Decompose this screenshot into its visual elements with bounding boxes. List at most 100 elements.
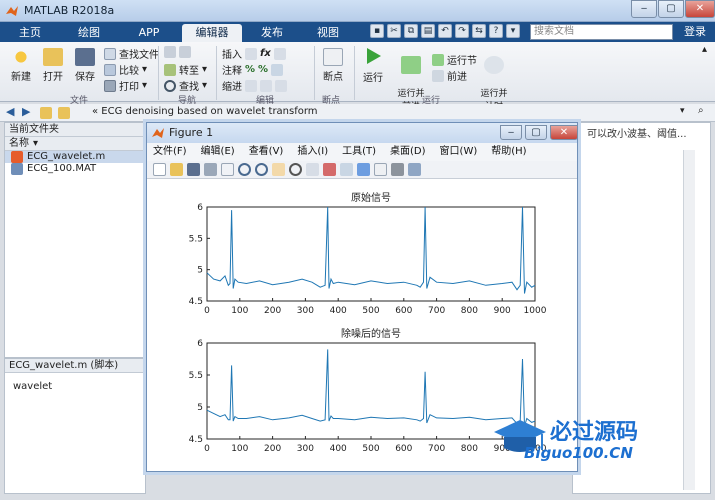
menu-file[interactable]: 文件(F) [153, 143, 187, 161]
search-input[interactable]: 搜索文档 [530, 24, 673, 40]
insert-button[interactable]: 插入 fx [222, 46, 286, 61]
print-button[interactable]: 打印 ▾ [104, 78, 147, 93]
rotate-3d-icon[interactable] [289, 163, 302, 176]
increase-indent-icon [260, 79, 272, 92]
save-label: 保存 [75, 72, 95, 83]
matlab-logo-icon [152, 128, 164, 138]
pointer-icon[interactable] [221, 163, 234, 176]
x-tick-label: 500 [362, 306, 379, 316]
x-tick-label: 300 [297, 444, 314, 454]
show-plot-tools-icon[interactable] [408, 163, 421, 176]
colorbar-icon[interactable] [357, 163, 370, 176]
redo-icon[interactable]: ↷ [455, 24, 469, 38]
close-button[interactable]: ✕ [685, 0, 715, 18]
menu-edit[interactable]: 编辑(E) [201, 143, 235, 161]
menu-window[interactable]: 窗口(W) [440, 143, 478, 161]
collapse-ribbon-icon[interactable]: ▴ [702, 44, 707, 55]
editor-scrollbar[interactable] [683, 150, 695, 490]
back-forward-buttons[interactable] [164, 46, 191, 58]
figure-menu-bar: 文件(F) 编辑(E) 查看(V) 插入(I) 工具(T) 桌面(D) 窗口(W… [147, 143, 577, 161]
breakpoints-icon [323, 48, 343, 66]
tab-editor[interactable]: 编辑器 [182, 24, 242, 42]
magnifier-icon [164, 79, 176, 92]
tab-home[interactable]: 主页 [8, 24, 52, 42]
floppy-disk-icon [75, 48, 95, 66]
file-row[interactable]: ECG_100.MAT [5, 163, 145, 175]
print-figure-icon[interactable] [204, 163, 217, 176]
undo-icon[interactable]: ↶ [438, 24, 452, 38]
dropdown-icon[interactable]: ▾ [506, 24, 520, 38]
paste-icon[interactable]: ▤ [421, 24, 435, 38]
ribbon-separator [354, 46, 355, 100]
login-button[interactable]: 登录 [678, 24, 712, 40]
file-row[interactable]: ECG_wavelet.m [5, 151, 145, 163]
nav-back-icon [164, 46, 176, 58]
zoom-in-icon[interactable] [238, 163, 251, 176]
figure-maximize-button[interactable]: ▢ [525, 125, 547, 140]
tab-view[interactable]: 视图 [304, 24, 352, 42]
run-button[interactable]: 运行 [358, 46, 388, 84]
figure-minimize-button[interactable]: ‒ [500, 125, 522, 140]
figure-close-button[interactable]: ✕ [550, 125, 578, 140]
new-button[interactable]: 新建 [6, 48, 36, 83]
y-tick-label: 6 [197, 203, 203, 213]
chevron-down-icon: ▾ [142, 64, 148, 75]
tab-apps[interactable]: APP [124, 24, 174, 42]
forward-arrow-icon[interactable]: ▶ [22, 105, 30, 118]
fx-icon[interactable]: fx [260, 48, 271, 59]
chevron-down-icon: ▾ [142, 80, 148, 91]
x-tick-label: 1000 [524, 306, 547, 316]
zoom-out-icon[interactable] [255, 163, 268, 176]
tab-plots[interactable]: 绘图 [64, 24, 114, 42]
help-icon[interactable]: ? [489, 24, 503, 38]
find-files-button[interactable]: 查找文件 [104, 46, 159, 61]
save-figure-icon[interactable] [187, 163, 200, 176]
data-cursor-icon[interactable] [306, 163, 319, 176]
menu-view[interactable]: 查看(V) [249, 143, 284, 161]
x-tick-label: 300 [297, 306, 314, 316]
back-arrow-icon[interactable]: ◀ [6, 105, 14, 118]
tab-publish[interactable]: 发布 [248, 24, 296, 42]
pan-hand-icon[interactable] [272, 163, 285, 176]
find-button[interactable]: 查找 ▾ [164, 78, 207, 93]
run-section-button[interactable]: 运行节 [432, 52, 477, 67]
name-column-header[interactable]: 名称 ▾ [5, 137, 145, 151]
save-button[interactable]: 保存 [70, 48, 100, 83]
new-figure-icon[interactable] [153, 163, 166, 176]
menu-desktop[interactable]: 桌面(D) [390, 143, 426, 161]
path-dropdown-icon[interactable]: ▾ [680, 106, 685, 116]
breakpoints-button[interactable]: 断点 [318, 48, 348, 83]
hide-plot-tools-icon[interactable] [391, 163, 404, 176]
path-search-icon[interactable]: ⌕ [698, 105, 704, 116]
goto-button[interactable]: 转至 ▾ [164, 62, 207, 77]
figure-title-bar: Figure 1 ‒ ▢ ✕ [147, 123, 578, 143]
copy-icon[interactable]: ⧉ [404, 24, 418, 38]
details-content: wavelet [13, 381, 53, 392]
link-plot-icon[interactable] [340, 163, 353, 176]
cut-icon[interactable]: ✂ [387, 24, 401, 38]
browse-folder-icon[interactable] [58, 107, 70, 119]
advance-button[interactable]: 前进 [432, 68, 467, 83]
comment-button[interactable]: 注释 % % [222, 62, 284, 77]
figure-toolbar [147, 161, 577, 179]
menu-tools[interactable]: 工具(T) [342, 143, 376, 161]
brush-icon[interactable] [323, 163, 336, 176]
compare-button[interactable]: 比较 ▾ [104, 62, 147, 77]
open-file-icon[interactable] [170, 163, 183, 176]
minimize-button[interactable]: ‒ [631, 0, 657, 18]
percent-brace-icon: % [258, 64, 269, 75]
plot-title: 除噪后的信号 [341, 327, 401, 340]
open-button[interactable]: 打开 [38, 48, 68, 83]
save-icon[interactable]: ▪ [370, 24, 384, 38]
run-advance-icon [401, 56, 421, 74]
x-tick-label: 100 [231, 306, 248, 316]
legend-icon[interactable] [374, 163, 387, 176]
menu-help[interactable]: 帮助(H) [491, 143, 526, 161]
menu-insert[interactable]: 插入(I) [297, 143, 328, 161]
maximize-button[interactable]: ▢ [658, 0, 684, 18]
indent-button[interactable]: 缩进 [222, 78, 287, 93]
up-folder-icon[interactable] [40, 107, 52, 119]
print-label: 打印 [119, 82, 139, 93]
switch-windows-icon[interactable]: ⇆ [472, 24, 486, 38]
folder-path[interactable]: « ECG denoising based on wavelet transfo… [92, 106, 318, 117]
